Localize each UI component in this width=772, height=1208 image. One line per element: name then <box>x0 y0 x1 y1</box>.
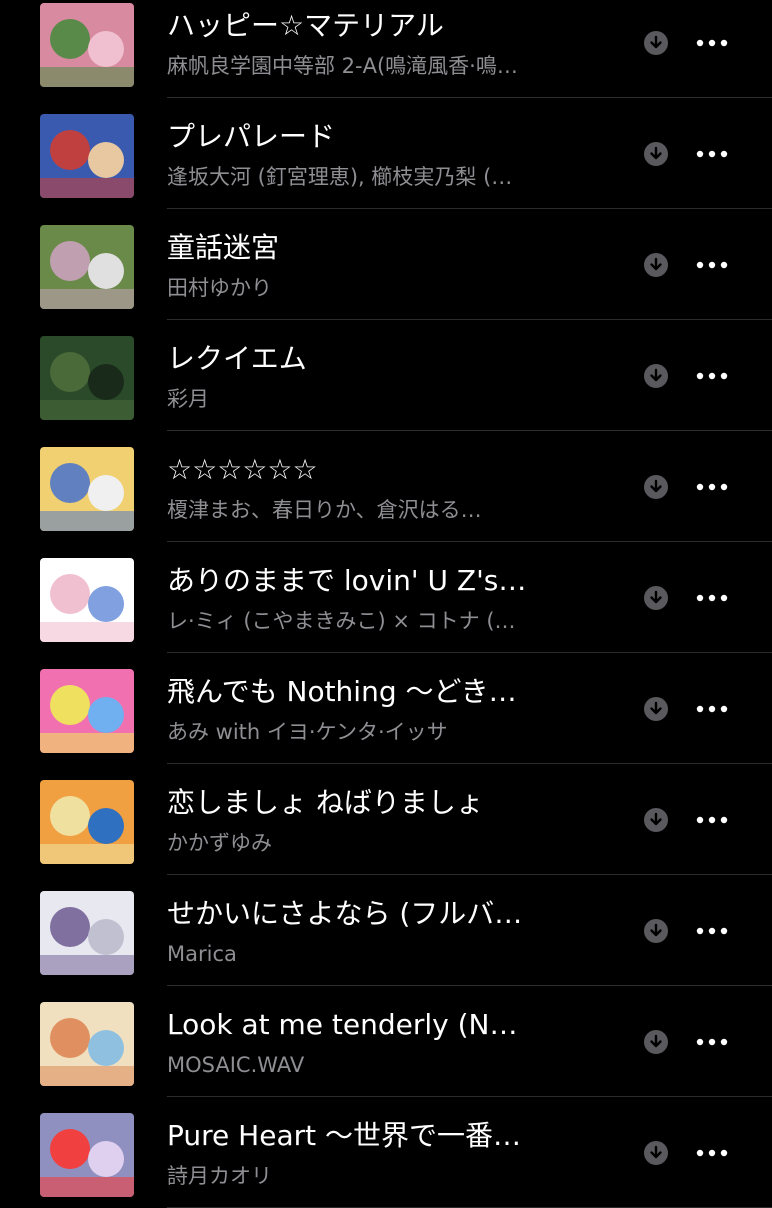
track-artist: レ·ミィ (こやまきみこ) × コトナ (… <box>167 609 516 633</box>
download-icon[interactable] <box>644 253 668 277</box>
track-title: ハッピー☆マテリアル <box>167 9 444 42</box>
track-title: ありのままで lovin' U Z's… <box>167 564 527 597</box>
album-art <box>40 1113 134 1197</box>
download-icon[interactable] <box>644 919 668 943</box>
download-icon[interactable] <box>644 1141 668 1165</box>
album-art <box>40 1002 134 1086</box>
track-row[interactable]: ありのままで lovin' U Z's… レ·ミィ (こやまきみこ) × コトナ… <box>0 542 772 653</box>
track-artist: 逢坂大河 (釘宮理恵), 櫛枝実乃梨 (… <box>167 165 513 189</box>
track-artist: MOSAIC.WAV <box>167 1053 305 1077</box>
download-icon[interactable] <box>644 697 668 721</box>
more-options-icon[interactable] <box>694 31 730 55</box>
download-icon[interactable] <box>644 475 668 499</box>
track-artist: あみ with イヨ·ケンタ·イッサ <box>167 720 448 744</box>
more-options-icon[interactable] <box>694 697 730 721</box>
track-title: ☆☆☆☆☆☆ <box>167 453 318 486</box>
track-title: 恋しましょ ねばりましょ <box>167 786 484 819</box>
track-list: ハッピー☆マテリアル 麻帆良学園中等部 2-A(鳴滝風香·鳴… プレパレード 逢… <box>0 0 772 1208</box>
more-options-icon[interactable] <box>694 142 730 166</box>
album-art <box>40 558 134 642</box>
download-icon[interactable] <box>644 1030 668 1054</box>
track-title: せかいにさよなら (フルバ… <box>167 897 523 930</box>
download-icon[interactable] <box>644 364 668 388</box>
track-row[interactable]: プレパレード 逢坂大河 (釘宮理恵), 櫛枝実乃梨 (… <box>0 98 772 209</box>
track-title: 飛んでも Nothing ～どき… <box>167 675 517 708</box>
album-art <box>40 669 134 753</box>
more-options-icon[interactable] <box>694 808 730 832</box>
download-icon[interactable] <box>644 808 668 832</box>
download-icon[interactable] <box>644 142 668 166</box>
track-artist: 田村ゆかり <box>167 276 272 300</box>
more-options-icon[interactable] <box>694 586 730 610</box>
track-artist: 麻帆良学園中等部 2-A(鳴滝風香·鳴… <box>167 54 518 78</box>
album-art <box>40 336 134 420</box>
track-row[interactable]: Pure Heart ～世界で一番… 詩月カオリ <box>0 1097 772 1208</box>
track-title: Pure Heart ～世界で一番… <box>167 1119 521 1152</box>
album-art <box>40 114 134 198</box>
album-art <box>40 3 134 87</box>
track-row[interactable]: せかいにさよなら (フルバ… Marica <box>0 875 772 986</box>
track-row[interactable]: 飛んでも Nothing ～どき… あみ with イヨ·ケンタ·イッサ <box>0 653 772 764</box>
more-options-icon[interactable] <box>694 364 730 388</box>
more-options-icon[interactable] <box>694 1030 730 1054</box>
track-row[interactable]: ハッピー☆マテリアル 麻帆良学園中等部 2-A(鳴滝風香·鳴… <box>0 0 772 98</box>
more-options-icon[interactable] <box>694 1141 730 1165</box>
album-art <box>40 225 134 309</box>
track-row[interactable]: レクイエム 彩月 <box>0 320 772 431</box>
track-title: Look at me tenderly (N… <box>167 1008 518 1041</box>
album-art <box>40 891 134 975</box>
track-title: プレパレード <box>167 120 336 153</box>
track-artist: 榎津まお、春日りか、倉沢はる… <box>167 498 482 522</box>
album-art <box>40 447 134 531</box>
more-options-icon[interactable] <box>694 919 730 943</box>
track-row[interactable]: 童話迷宮 田村ゆかり <box>0 209 772 320</box>
album-art <box>40 780 134 864</box>
track-title: レクイエム <box>167 342 307 375</box>
track-artist: Marica <box>167 942 237 966</box>
track-artist: 詩月カオリ <box>167 1164 272 1188</box>
track-row[interactable]: Look at me tenderly (N… MOSAIC.WAV <box>0 986 772 1097</box>
download-icon[interactable] <box>644 586 668 610</box>
track-title: 童話迷宮 <box>167 231 280 264</box>
track-row[interactable]: 恋しましょ ねばりましょ かかずゆみ <box>0 764 772 875</box>
track-artist: かかずゆみ <box>167 831 272 855</box>
track-artist: 彩月 <box>167 387 209 411</box>
download-icon[interactable] <box>644 31 668 55</box>
more-options-icon[interactable] <box>694 253 730 277</box>
more-options-icon[interactable] <box>694 475 730 499</box>
track-row[interactable]: ☆☆☆☆☆☆ 榎津まお、春日りか、倉沢はる… <box>0 431 772 542</box>
